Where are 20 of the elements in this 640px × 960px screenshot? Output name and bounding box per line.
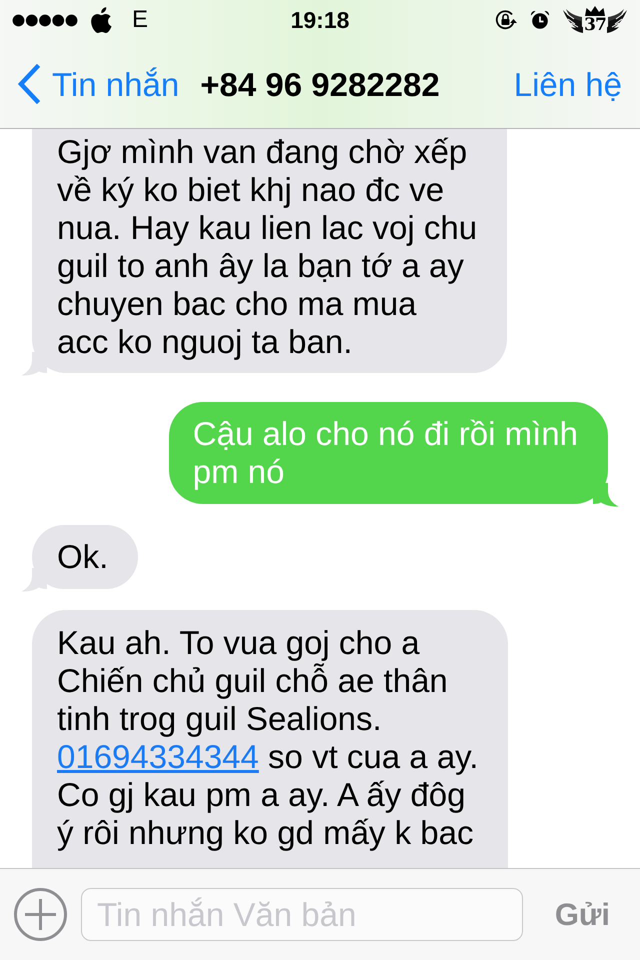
phone-link[interactable]: 01694334344 bbox=[57, 738, 259, 775]
message-text: Gjơ mình van đang chờ xếp về ký ko biet khj nao đc ve nua. Hay kau lien lac voj chu guil to anh ây la bạn tớ a ay chuyen bac cho ma mua acc ko nguoj ta ban. bbox=[57, 133, 478, 361]
apple-icon bbox=[90, 7, 112, 33]
back-button[interactable]: Tin nhắn bbox=[0, 64, 180, 104]
network-type: E bbox=[132, 8, 148, 32]
contact-title: +84 96 9282282 bbox=[199, 68, 441, 100]
wing-icon bbox=[607, 7, 628, 33]
message-text: Kau ah. To vua goj cho a Chiến chủ guil chỗ ae thân tinh trog guil Sealions. 01694334344 so vt cua a ay. Co gj kau pm a ay. A ấy đôg ý rôi nhưng ko gd mấy k bac bbox=[57, 624, 478, 852]
message-text: Cậu alo cho nó đi rồi mình pm nó bbox=[192, 415, 578, 491]
contact-button[interactable]: Liên hệ bbox=[514, 68, 640, 100]
message-text: Ok. bbox=[57, 538, 108, 576]
logo-number: 37 bbox=[584, 16, 606, 34]
status-time: 19:18 bbox=[290, 8, 350, 32]
chevron-left-icon bbox=[17, 64, 41, 104]
add-icon[interactable] bbox=[14, 888, 67, 941]
signal-strength-icon bbox=[12, 14, 78, 26]
crown-icon bbox=[584, 6, 606, 16]
rotation-lock-icon bbox=[494, 9, 518, 31]
wing-icon bbox=[562, 7, 583, 33]
alarm-clock-icon bbox=[530, 10, 550, 30]
